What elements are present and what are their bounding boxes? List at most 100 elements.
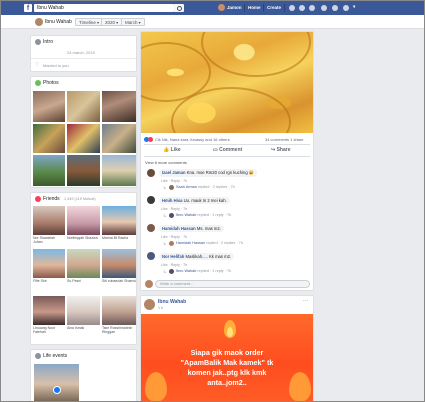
friend-photo[interactable]	[33, 296, 65, 325]
friend-name[interactable]: Nor Shazielah Johan	[33, 236, 65, 244]
reply-summary[interactable]: Hamidah Hassan replied · 2 replies · 7h	[176, 241, 243, 245]
notifications-icon[interactable]	[332, 5, 338, 11]
friend-photo[interactable]	[102, 249, 136, 278]
comment-actions[interactable]: Like · Reply · 7h	[161, 207, 187, 211]
post-time[interactable]: 1 h	[158, 306, 163, 310]
messenger-icon[interactable]	[299, 5, 305, 11]
subbar-profile-name[interactable]: Ibnu Wahab	[45, 19, 72, 25]
help-icon[interactable]	[321, 5, 327, 11]
friend-photo[interactable]	[102, 296, 136, 325]
search-input[interactable]: Ibnu Wahab	[34, 4, 174, 12]
promo-line: Siapa gik maok order	[190, 348, 264, 357]
reactions-summary[interactable]: Cik Nik, Nana kara Junassy and 16 others	[155, 137, 230, 142]
love-reaction-icon	[148, 137, 153, 142]
nav-home[interactable]: Home	[248, 5, 261, 10]
facebook-logo[interactable]: f	[24, 4, 32, 12]
timeline-subbar: Ibnu Wahab Timeline 2020 March	[1, 15, 424, 29]
friend-name[interactable]: Marina Bt Rasha	[102, 236, 136, 240]
comments-shares-count[interactable]: 34 comments 1 share	[265, 137, 303, 142]
friends-title[interactable]: Friends	[43, 196, 60, 202]
nav-profile-name[interactable]: Jamon	[227, 5, 242, 10]
friend-photo[interactable]	[67, 206, 100, 235]
avatar	[169, 185, 174, 190]
timeline-dropdown[interactable]: Timeline	[75, 18, 103, 26]
friend-photo[interactable]	[33, 249, 65, 278]
profile-avatar[interactable]	[218, 4, 225, 11]
friend-name[interactable]: Siti zubaedah Shamsi	[102, 279, 136, 283]
reply-arrow-icon: ↳	[163, 186, 167, 190]
avatar[interactable]	[147, 196, 155, 204]
comment-text: Maslikah..... Kk mas m2.	[185, 254, 232, 259]
photo-thumb[interactable]	[33, 91, 65, 122]
reply-summary[interactable]: Ibnu Wahab replied · 1 reply · 7h	[176, 269, 231, 273]
avatar[interactable]	[144, 299, 155, 310]
settings-icon[interactable]	[343, 5, 349, 11]
photo-thumb[interactable]	[102, 124, 136, 153]
avatar[interactable]	[35, 18, 43, 26]
year-dropdown[interactable]: 2020	[101, 18, 123, 26]
friend-name[interactable]: Su Pesni	[67, 279, 100, 283]
share-icon: ↪	[271, 147, 276, 153]
photo-thumb[interactable]	[102, 91, 136, 122]
comment: Hmih Hisa Uu. mauk m 2 mei kah.	[159, 197, 230, 204]
view-more-comments[interactable]: View 6 more comments	[145, 160, 187, 165]
friend-requests-icon[interactable]	[289, 5, 295, 11]
life-events-title[interactable]: Life events	[43, 353, 67, 359]
comment-author[interactable]: Nor Helifah	[162, 254, 184, 259]
comment-author[interactable]: Izael Jaman	[162, 170, 186, 175]
friend-photo[interactable]	[102, 206, 136, 235]
photo-thumb[interactable]	[33, 124, 65, 153]
friend-name[interactable]: Aina Ismail	[67, 326, 100, 330]
photo-thumb[interactable]	[67, 91, 100, 122]
life-events-icon	[35, 353, 41, 359]
search-icon[interactable]	[174, 4, 184, 12]
friend-photo[interactable]	[67, 296, 100, 325]
like-button[interactable]: 👍 Like	[163, 147, 181, 153]
like-icon: 👍	[163, 147, 170, 153]
reply-summary[interactable]: Saah Arman replied · 2 replies · 7h	[176, 185, 235, 189]
nav-create[interactable]: Create	[267, 5, 281, 10]
friend-name[interactable]: Tsim Rosshimahnin Ringgan	[102, 326, 136, 334]
avatar	[145, 280, 153, 288]
comment-text: Kna. moe Rm20 cod rgn kuching 😄	[186, 170, 255, 175]
comment-author[interactable]: Hamidah Hassan	[162, 226, 196, 231]
photo-thumb[interactable]	[102, 155, 136, 186]
friend-name[interactable]: Lhouang Noor Fatehah	[33, 326, 65, 334]
friend-photo[interactable]	[33, 206, 65, 235]
photo-thumb[interactable]	[33, 155, 65, 186]
photo-thumb[interactable]	[67, 124, 100, 153]
like-label: Like	[170, 147, 181, 153]
comment-actions[interactable]: Like · Reply · 7h	[161, 263, 187, 267]
chevron-down-icon[interactable]: ▾	[353, 4, 355, 10]
comment-actions[interactable]: Like · Reply · 7h	[161, 235, 187, 239]
friend-name[interactable]: Norlfeqqah Shaziza	[67, 236, 100, 240]
share-button[interactable]: ↪ Share	[271, 147, 291, 153]
post-author[interactable]: Ibnu Wahab	[158, 299, 186, 305]
comment-button[interactable]: ▭ Comment	[213, 147, 242, 153]
notifications-icon[interactable]	[309, 5, 315, 11]
share-label: Share	[276, 147, 291, 153]
reply-summary[interactable]: Ibnu Wahab replied · 1 reply · 7h	[176, 213, 231, 217]
reply-arrow-icon: ↳	[163, 242, 167, 246]
photos-title[interactable]: Photos	[43, 80, 59, 86]
comment-input[interactable]: Write a comment...	[155, 280, 310, 288]
more-options-icon[interactable]: ···	[303, 298, 308, 304]
friend-name[interactable]: Fifie Shir	[33, 279, 65, 283]
reply-arrow-icon: ↳	[163, 214, 167, 218]
comment-text: Ms. mas m2.	[196, 226, 221, 231]
month-dropdown[interactable]: March	[121, 18, 145, 26]
avatar[interactable]	[147, 169, 155, 177]
comment-actions[interactable]: Like · Reply · 7h	[161, 179, 187, 183]
avatar[interactable]	[147, 252, 155, 260]
intro-icon	[35, 39, 41, 45]
life-event-photo[interactable]	[34, 364, 79, 401]
divider	[31, 58, 136, 59]
avatar[interactable]	[147, 224, 155, 232]
post-photo[interactable]	[141, 32, 313, 133]
nav-divider	[284, 4, 285, 12]
friend-photo[interactable]	[67, 249, 100, 278]
life-event-icon	[53, 386, 61, 394]
comment-author[interactable]: Hmih Hisa	[162, 198, 182, 203]
top-navigation-bar: f Ibnu Wahab Jamon Home Create ▾	[1, 1, 424, 15]
photo-thumb[interactable]	[67, 155, 100, 186]
